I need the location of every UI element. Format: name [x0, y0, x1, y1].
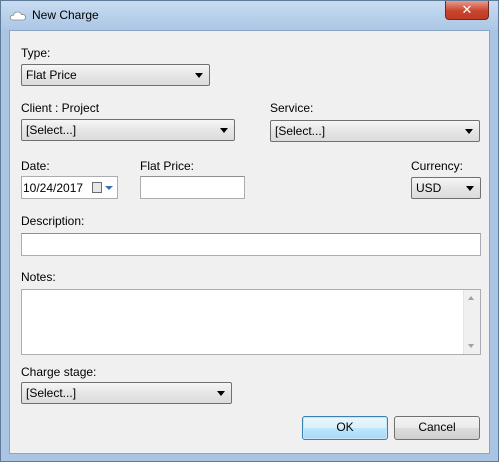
client-project-dropdown[interactable]: [Select...]	[21, 119, 235, 141]
charge-stage-dropdown[interactable]: [Select...]	[21, 382, 232, 404]
charge-stage-label: Charge stage:	[21, 365, 97, 379]
currency-value: USD	[416, 181, 442, 195]
chevron-down-icon	[465, 129, 473, 134]
close-icon: ✕	[461, 2, 473, 17]
ok-button[interactable]: OK	[302, 416, 388, 440]
type-value: Flat Price	[26, 68, 77, 82]
date-picker[interactable]: 10/24/2017	[21, 176, 118, 199]
description-input[interactable]	[21, 233, 481, 256]
service-dropdown[interactable]: [Select...]	[270, 120, 480, 142]
client-project-label: Client : Project	[21, 101, 100, 115]
cancel-button[interactable]: Cancel	[394, 416, 480, 440]
currency-label: Currency:	[411, 159, 464, 173]
service-value: [Select...]	[275, 124, 326, 138]
form-panel: Type: Flat Price Client : Project [Selec…	[9, 30, 490, 454]
charge-stage-value: [Select...]	[26, 386, 77, 400]
date-value: 10/24/2017	[23, 181, 84, 195]
flat-price-input[interactable]	[140, 176, 245, 199]
description-label: Description:	[21, 214, 85, 228]
dialog-window: New Charge ✕ Type: Flat Price Client : P…	[0, 0, 499, 462]
notes-label: Notes:	[21, 270, 56, 284]
close-button[interactable]: ✕	[445, 1, 489, 20]
currency-dropdown[interactable]: USD	[411, 177, 481, 199]
date-label: Date:	[21, 159, 50, 173]
type-label: Type:	[21, 46, 51, 60]
chevron-down-icon	[220, 128, 228, 133]
flat-price-label: Flat Price:	[140, 159, 195, 173]
chevron-down-icon[interactable]	[105, 186, 113, 190]
type-dropdown[interactable]: Flat Price	[21, 64, 210, 86]
scroll-down-icon[interactable]	[468, 344, 474, 348]
chevron-down-icon	[217, 391, 225, 396]
client-project-value: [Select...]	[26, 123, 77, 137]
service-label: Service:	[270, 101, 314, 115]
title-bar[interactable]: New Charge ✕	[1, 1, 498, 30]
chevron-down-icon	[195, 73, 203, 78]
cloud-icon	[10, 11, 26, 21]
notes-textarea[interactable]	[21, 289, 481, 355]
calendar-icon[interactable]	[92, 182, 102, 193]
scroll-up-icon[interactable]	[468, 296, 474, 300]
notes-scrollbar[interactable]	[463, 290, 480, 354]
window-title: New Charge	[32, 8, 99, 22]
chevron-down-icon	[466, 186, 474, 191]
